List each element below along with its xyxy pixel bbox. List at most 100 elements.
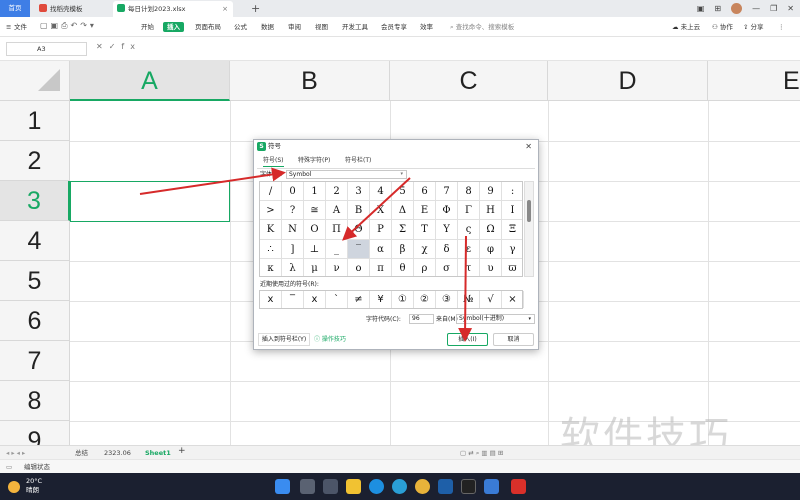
menu-formula[interactable]: 公式: [234, 22, 247, 32]
name-box[interactable]: A3: [6, 42, 87, 56]
symbol-cell[interactable]: Ν: [282, 220, 304, 240]
tab-close-icon[interactable]: ×: [222, 1, 228, 17]
recent-symbol-cell[interactable]: ‾: [282, 291, 304, 308]
symbol-scrollbar[interactable]: [524, 181, 534, 277]
recent-symbol-cell[interactable]: ③: [436, 291, 458, 308]
recent-symbol-cell[interactable]: ②: [414, 291, 436, 308]
share-button[interactable]: ⇪ 分享: [743, 22, 764, 32]
row-header-7[interactable]: 7: [0, 341, 70, 381]
symbol-cell[interactable]: Θ: [348, 220, 370, 240]
symbol-cell[interactable]: ?: [282, 201, 304, 221]
symbol-cell[interactable]: Φ: [436, 201, 458, 221]
restore-button[interactable]: ❐: [770, 4, 777, 13]
app-icon[interactable]: [438, 479, 453, 494]
symbol-cell[interactable]: υ: [480, 258, 502, 276]
grid-icon[interactable]: ⊞: [714, 4, 721, 13]
from-select[interactable]: Symbol(十进制) ▾: [456, 314, 535, 324]
symbol-cell[interactable]: Β: [348, 201, 370, 221]
recent-symbol-cell[interactable]: ≠: [348, 291, 370, 308]
symbol-cell[interactable]: 2: [326, 182, 348, 202]
more-icon[interactable]: ⋮: [778, 22, 785, 32]
symbol-cell[interactable]: φ: [480, 239, 502, 259]
symbol-cell[interactable]: λ: [282, 258, 304, 276]
recent-symbol-cell[interactable]: x: [304, 291, 326, 308]
search-taskbar-icon[interactable]: [300, 479, 315, 494]
symbol-cell[interactable]: 8: [458, 182, 480, 202]
tab-special-chars[interactable]: 特殊字符(P): [298, 156, 330, 165]
column-header-b[interactable]: B: [230, 61, 390, 101]
select-all-corner[interactable]: [0, 61, 70, 101]
menu-page-layout[interactable]: 页面布局: [195, 22, 221, 32]
symbol-cell[interactable]: Κ: [260, 220, 282, 240]
symbol-cell[interactable]: θ: [392, 258, 414, 276]
sheet-tab-sheet1[interactable]: Sheet1: [145, 448, 171, 458]
symbol-cell[interactable]: τ: [458, 258, 480, 276]
recent-symbol-cell[interactable]: x: [260, 291, 282, 308]
column-header-e[interactable]: E: [708, 61, 800, 101]
symbol-cell[interactable]: Υ: [436, 220, 458, 240]
row-header-8[interactable]: 8: [0, 381, 70, 421]
symbol-cell[interactable]: Ι: [502, 201, 522, 221]
menu-icon[interactable]: ≡: [6, 22, 11, 32]
add-sheet-button[interactable]: +: [178, 446, 186, 456]
symbol-cell[interactable]: σ: [436, 258, 458, 276]
symbol-cell[interactable]: κ: [260, 258, 282, 276]
new-tab-button[interactable]: +: [251, 0, 260, 17]
symbol-cell[interactable]: ε: [458, 239, 480, 259]
tab-template[interactable]: 找稻壳模板: [35, 1, 111, 17]
symbol-cell[interactable]: ‾: [348, 239, 370, 259]
symbol-cell[interactable]: α: [370, 239, 392, 259]
wps-icon[interactable]: [511, 479, 526, 494]
menu-member[interactable]: 会员专享: [381, 22, 407, 32]
symbol-cell[interactable]: μ: [304, 258, 326, 276]
scroll-thumb[interactable]: [527, 200, 531, 222]
insert-button[interactable]: 插入(I): [447, 333, 488, 346]
tab-symbol-bar[interactable]: 符号栏(T): [345, 156, 371, 165]
row-header-1[interactable]: 1: [0, 101, 70, 141]
minimize-button[interactable]: —: [752, 4, 760, 13]
row-header-9[interactable]: 9: [0, 421, 70, 445]
symbol-cell[interactable]: >: [260, 201, 282, 221]
tab-file[interactable]: 每日计划2023.xlsx ×: [113, 1, 233, 17]
active-cell-a3[interactable]: [70, 181, 230, 222]
explorer-icon[interactable]: [346, 479, 361, 494]
symbol-cell[interactable]: 3: [348, 182, 370, 202]
symbol-cell[interactable]: Σ: [392, 220, 414, 240]
symbol-cell[interactable]: Τ: [414, 220, 436, 240]
symbol-cell[interactable]: β: [392, 239, 414, 259]
menu-file[interactable]: 文件: [14, 22, 27, 32]
symbol-cell[interactable]: ∴: [260, 239, 282, 259]
weather-widget[interactable]: 20°C 晴朗: [8, 477, 42, 495]
symbol-cell[interactable]: Ρ: [370, 220, 392, 240]
symbol-cell[interactable]: Ε: [414, 201, 436, 221]
symbol-cell[interactable]: ≅: [304, 201, 326, 221]
recent-symbol-cell[interactable]: ¥: [370, 291, 392, 308]
qq-icon[interactable]: [461, 479, 476, 494]
symbol-cell[interactable]: Α: [326, 201, 348, 221]
menu-review[interactable]: 审阅: [288, 22, 301, 32]
symbol-cell[interactable]: π: [370, 258, 392, 276]
symbol-cell[interactable]: 9: [480, 182, 502, 202]
taskview-icon[interactable]: [323, 479, 338, 494]
symbol-cell[interactable]: ϖ: [502, 259, 522, 276]
column-header-a[interactable]: A: [70, 61, 230, 101]
symbol-cell[interactable]: Ξ: [502, 220, 522, 240]
symbol-cell[interactable]: Δ: [392, 201, 414, 221]
menu-view[interactable]: 视图: [315, 22, 328, 32]
confirm-icon[interactable]: ✓: [109, 42, 122, 51]
symbol-cell[interactable]: Ο: [304, 220, 326, 240]
cancel-button[interactable]: 取消: [493, 333, 534, 346]
symbol-cell[interactable]: δ: [436, 239, 458, 259]
browser-icon[interactable]: [392, 479, 407, 494]
symbol-cell[interactable]: /: [260, 182, 282, 202]
function-icon[interactable]: fx: [121, 42, 141, 51]
close-window-button[interactable]: ✕: [787, 4, 794, 13]
symbol-cell[interactable]: γ: [502, 240, 522, 259]
symbol-cell[interactable]: Χ: [370, 201, 392, 221]
layout-icon[interactable]: ▣: [697, 4, 705, 13]
cancel-icon[interactable]: ✕: [96, 42, 109, 51]
symbol-cell[interactable]: Ω: [480, 220, 502, 240]
sheet-nav-icons[interactable]: ◂ ▸ ◂ ▸: [6, 448, 25, 458]
symbol-cell[interactable]: Π: [326, 220, 348, 240]
symbol-cell[interactable]: 7: [436, 182, 458, 202]
